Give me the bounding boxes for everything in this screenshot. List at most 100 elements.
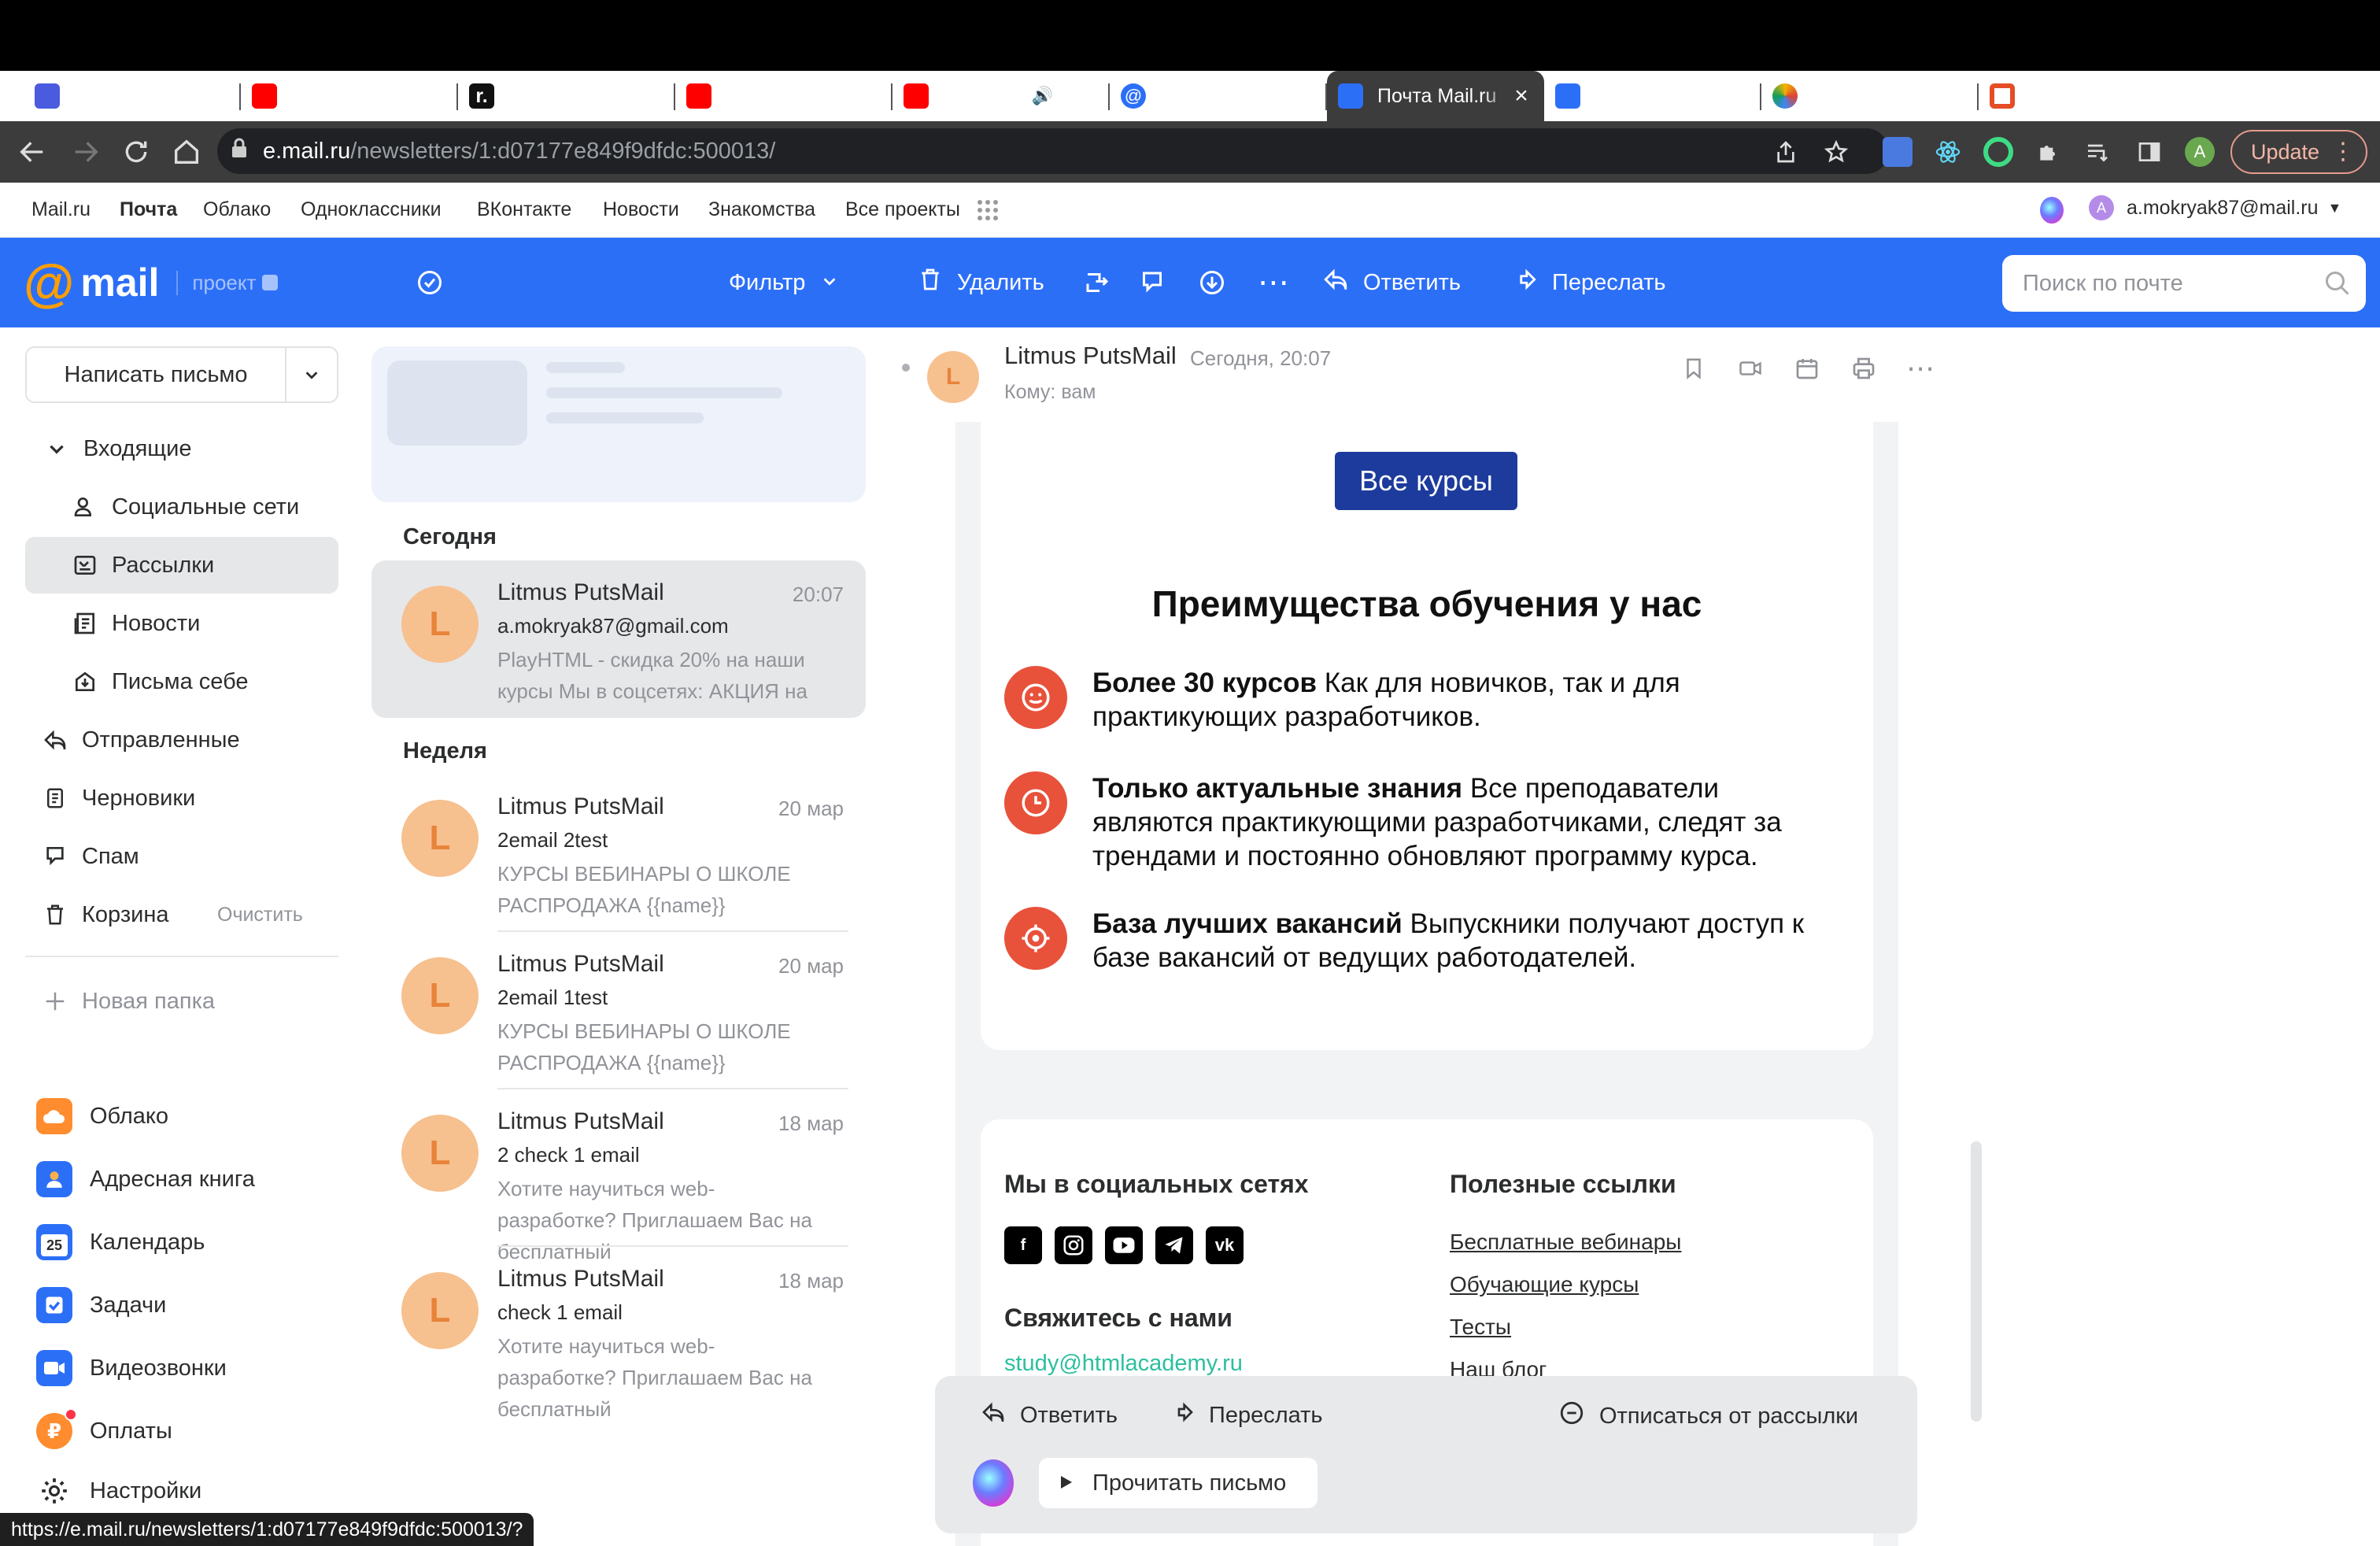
speaker-icon[interactable]: 🔊 [1032, 84, 1053, 108]
portal-link-cloud[interactable]: Облако [203, 198, 271, 221]
portal-link-ok[interactable]: Одноклассники [301, 198, 442, 221]
video-call-icon[interactable] [1735, 353, 1766, 384]
unread-dot[interactable] [902, 364, 910, 372]
portal-link-dating[interactable]: Знакомства [708, 198, 815, 221]
app-address-book[interactable]: Адресная книга [36, 1154, 255, 1204]
app-settings[interactable]: Настройки [36, 1466, 201, 1516]
app-video-calls[interactable]: Видеозвонки [36, 1343, 227, 1393]
recipient-line[interactable]: Кому: вам [1004, 381, 1096, 404]
message-item[interactable]: L Litmus PutsMail 18 мар check 1 email Х… [371, 1247, 866, 1421]
close-icon[interactable]: × [1944, 84, 1968, 108]
forward-button[interactable]: Переслать [1170, 1400, 1323, 1431]
select-all-icon[interactable] [416, 238, 444, 327]
home-icon[interactable] [168, 134, 205, 170]
clear-trash-button[interactable]: Очистить [217, 904, 303, 926]
folder-social[interactable]: Социальные сети [25, 479, 338, 535]
react-devtools-icon[interactable] [1933, 137, 1963, 167]
close-icon[interactable]: × [858, 84, 881, 108]
delete-button[interactable]: Удалить [918, 238, 1044, 327]
account-menu[interactable]: A a.mokryak87@mail.ru ▼ [2089, 195, 2341, 220]
portal-link-all-projects[interactable]: Все проекты [845, 198, 960, 221]
telegram-icon[interactable] [1155, 1226, 1193, 1264]
browser-tab[interactable]: Фишки TypeScript × [241, 71, 458, 121]
read-aloud-button[interactable]: Прочитать письмо [1039, 1458, 1318, 1508]
browser-tab[interactable]: Fighting Mystery × [675, 71, 893, 121]
close-icon[interactable]: × [1727, 84, 1750, 108]
more-vertical-icon[interactable]: ⋮ [2331, 138, 2355, 165]
folder-spam[interactable]: Спам [25, 828, 338, 885]
marusia-assistant-icon[interactable] [2040, 197, 2064, 224]
instagram-icon[interactable] [1055, 1226, 1092, 1264]
contact-email-link[interactable]: study@htmlacademy.ru [1004, 1351, 1243, 1377]
extension-circle-icon[interactable] [1983, 137, 2013, 167]
folder-news[interactable]: Новости [25, 595, 338, 652]
forward-icon[interactable] [68, 134, 104, 170]
portal-link-mail[interactable]: Почта [120, 198, 177, 221]
close-icon[interactable]: × [1292, 84, 1316, 108]
reply-button[interactable]: Ответить [981, 1400, 1118, 1431]
new-folder-button[interactable]: Новая папка [25, 973, 338, 1030]
portal-link-mailru[interactable]: Mail.ru [31, 198, 91, 221]
new-tab-icon[interactable]: + [2215, 74, 2259, 118]
reading-list-icon[interactable] [2082, 137, 2112, 167]
close-icon[interactable]: × [2161, 84, 2185, 108]
bookmark-star-icon[interactable] [1821, 137, 1851, 167]
voice-assistant-icon[interactable] [973, 1459, 1014, 1507]
app-tasks[interactable]: Задачи [36, 1280, 166, 1330]
bookmark-icon[interactable] [1678, 353, 1709, 384]
folder-newsletters[interactable]: Рассылки [25, 537, 338, 594]
message-item[interactable]: L Litmus PutsMail 20:07 a.mokryak87@gmai… [371, 560, 866, 718]
side-panel-icon[interactable] [2134, 137, 2164, 167]
folder-inbox[interactable]: Входящие [25, 420, 338, 477]
app-cloud[interactable]: Облако [36, 1091, 168, 1141]
browser-tab[interactable]: r. Frontend Developer × [458, 71, 675, 121]
folder-drafts[interactable]: Черновики [25, 770, 338, 827]
move-folder-icon[interactable] [1083, 238, 1111, 327]
portal-link-news[interactable]: Новости [603, 198, 679, 221]
print-icon[interactable] [1848, 353, 1879, 384]
search-input[interactable]: Поиск по почте [2002, 255, 2366, 312]
browser-tab[interactable]: (1) Входящие × [1544, 71, 1761, 121]
translate-extension-icon[interactable] [1883, 137, 1913, 167]
more-horizontal-icon[interactable]: ⋯ [1905, 352, 1936, 384]
close-icon[interactable]: × [641, 84, 664, 108]
all-courses-button[interactable]: Все курсы [1335, 452, 1517, 510]
apps-grid-icon[interactable] [976, 198, 1000, 226]
close-icon[interactable]: × [206, 84, 230, 108]
message-item[interactable]: L Litmus PutsMail 20 мар 2email 1test КУ… [371, 932, 866, 1089]
more-horizontal-icon[interactable]: ⋯ [1258, 238, 1289, 327]
unsubscribe-button[interactable]: Отписаться от рассылки [1558, 1400, 1858, 1433]
link-tests[interactable]: Тесты [1450, 1315, 1511, 1340]
folder-trash[interactable]: Корзина Очистить [25, 886, 338, 943]
app-calendar[interactable]: 25 Календарь [36, 1217, 205, 1267]
browser-tab[interactable]: @ Mail.ru: почта × [1110, 71, 1327, 121]
spam-icon[interactable] [1138, 238, 1166, 327]
scrollbar-thumb[interactable] [1971, 1141, 1982, 1422]
app-payments[interactable]: ₽ Оплаты [36, 1406, 172, 1456]
browser-tab[interactable]: HTML Compiler × [1979, 71, 2196, 121]
facebook-icon[interactable]: f [1004, 1226, 1042, 1264]
back-icon[interactable] [14, 134, 50, 170]
browser-tab-active[interactable]: Почта Mail.ru × [1327, 71, 1544, 121]
update-button[interactable]: Update ⋮ [2230, 130, 2367, 174]
browser-tab[interactable]: Тестирование × [24, 71, 241, 121]
close-icon[interactable]: × [423, 84, 447, 108]
youtube-icon[interactable] [1105, 1226, 1143, 1264]
calendar-icon[interactable] [1791, 353, 1823, 384]
archive-icon[interactable] [1198, 238, 1226, 327]
vk-icon[interactable]: vk [1206, 1226, 1244, 1264]
share-icon[interactable] [1771, 137, 1801, 167]
search-icon[interactable] [2323, 269, 2352, 304]
chevron-down-icon[interactable] [286, 366, 337, 383]
puzzle-extensions-icon[interactable] [2034, 137, 2064, 167]
mail-logo[interactable]: @ mail проект [24, 238, 279, 327]
forward-button[interactable]: Переслать [1511, 238, 1666, 327]
chevron-down-icon[interactable]: ⌄ [2346, 82, 2366, 109]
chevron-down-icon[interactable] [41, 433, 72, 464]
sender-name[interactable]: Litmus PutsMail [1004, 342, 1177, 370]
folder-self-mail[interactable]: Письма себе [25, 653, 338, 710]
message-item[interactable]: L Litmus PutsMail 20 мар 2email 2test КУ… [371, 775, 866, 932]
sender-avatar[interactable]: L [927, 351, 979, 403]
browser-tab[interactable]: New Email Template × [1761, 71, 1979, 121]
message-item[interactable]: L Litmus PutsMail 18 мар 2 check 1 email… [371, 1089, 866, 1263]
